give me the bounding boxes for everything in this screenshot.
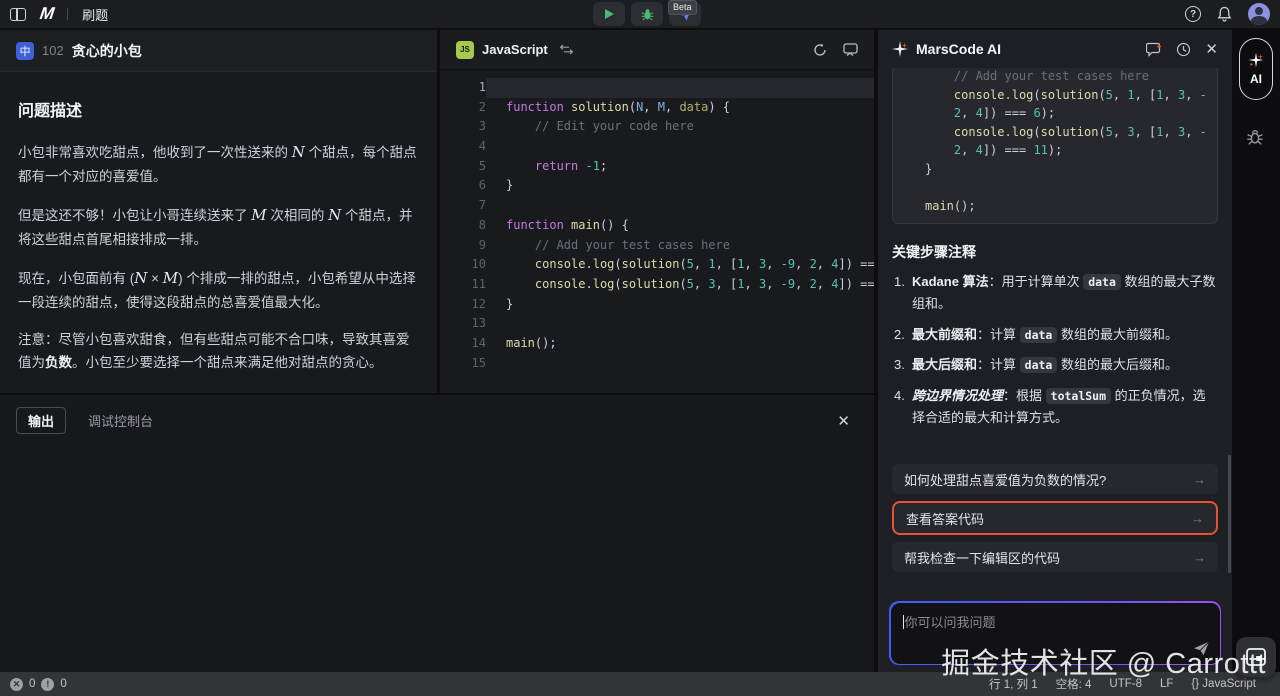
- scrollbar-thumb[interactable]: [1228, 455, 1231, 573]
- inline-code: data: [1083, 274, 1121, 290]
- ai-input-border: 你可以问我问题: [889, 601, 1221, 665]
- problem-paragraph-note: 注意：尽管小包喜欢甜食，但有些甜点可能不合口味，导致其喜爱值为负数。小包至少要选…: [18, 328, 419, 375]
- indentation-setting[interactable]: 空格: 4: [1056, 676, 1092, 692]
- problem-description: 问题描述 小包非常喜欢吃甜点，他收到了一次性送来的 N 个甜点，每个甜点都有一个…: [0, 72, 437, 425]
- errors-icon: ✕: [10, 678, 23, 691]
- close-ai-panel-icon[interactable]: ✕: [1205, 40, 1218, 58]
- suggestion-chip-view-answer[interactable]: 查看答案代码→: [892, 501, 1218, 535]
- sparkle-icon: [892, 41, 908, 57]
- marscode-logo[interactable]: M: [39, 4, 55, 24]
- marscode-ai-panel: MarsCode AI ✕ // Add your test cases her…: [878, 30, 1232, 672]
- suggestion-chips: 如何处理甜点喜爱值为负数的情况?→ 查看答案代码→ 帮我检查一下编辑区的代码→: [892, 457, 1218, 572]
- error-count: 0: [29, 678, 35, 690]
- arrow-right-icon: →: [1191, 511, 1204, 526]
- ai-step-item: 2.最大前缀和：计算 data 数组的最大前缀和。: [892, 324, 1218, 346]
- menu-practice[interactable]: 刷题: [82, 5, 108, 24]
- debug-button[interactable]: [631, 2, 663, 26]
- language-switch-icon[interactable]: [560, 44, 573, 55]
- debug-strip-icon[interactable]: [1246, 128, 1266, 146]
- new-chat-icon[interactable]: [1146, 42, 1162, 57]
- ai-assistant-pill-button[interactable]: AI: [1239, 38, 1273, 100]
- bug-icon: [641, 8, 654, 21]
- sparkle-icon: [1248, 52, 1264, 68]
- math-n: N: [328, 206, 341, 224]
- ai-chat-body: // Add your test cases here console.log(…: [878, 68, 1232, 440]
- ai-code-block: // Add your test cases here console.log(…: [892, 68, 1218, 224]
- cursor-position[interactable]: 行 1, 列 1: [989, 676, 1038, 692]
- ai-step-item: 4.跨边界情况处理：根据 totalSum 的正负情况，选择合适的最大和计算方式…: [892, 385, 1218, 429]
- problems-status[interactable]: ✕ 0 ! 0: [10, 678, 67, 691]
- eol-setting[interactable]: LF: [1160, 678, 1173, 690]
- arrow-right-icon: →: [1193, 550, 1206, 565]
- inline-code: data: [1020, 357, 1058, 373]
- user-avatar[interactable]: [1248, 3, 1270, 25]
- bell-icon[interactable]: [1217, 6, 1232, 22]
- inline-code: totalSum: [1046, 388, 1111, 404]
- send-icon[interactable]: [1193, 641, 1210, 656]
- play-icon: [604, 8, 615, 20]
- math-n: N: [292, 143, 305, 161]
- window-icon: [1246, 648, 1266, 666]
- floating-widget-button[interactable]: [1236, 637, 1276, 677]
- section-heading-description: 问题描述: [18, 98, 419, 126]
- math-m: M: [163, 269, 178, 287]
- right-toolbar-strip: AI: [1232, 30, 1280, 672]
- editor-header: JS JavaScript: [440, 30, 874, 70]
- close-output-icon[interactable]: ✕: [837, 412, 858, 430]
- beta-badge: Beta: [668, 0, 697, 15]
- warnings-icon: !: [41, 678, 54, 691]
- problem-title-row: 中 102 贪心的小包: [0, 30, 437, 72]
- format-code-icon[interactable]: [843, 43, 858, 57]
- text-caret: [903, 615, 904, 629]
- problem-paragraph: 现在，小包面前有 (N × M) 个排成一排的甜点，小包希望从中选择一段连续的甜…: [18, 265, 419, 315]
- panel-toggle-icon[interactable]: [10, 8, 26, 21]
- ai-panel-title: MarsCode AI: [916, 41, 1001, 57]
- status-bar: ✕ 0 ! 0 行 1, 列 1 空格: 4 UTF-8 LF {} JavaS…: [0, 672, 1280, 696]
- javascript-icon: JS: [456, 41, 474, 59]
- output-panel: 输出 调试控制台 ✕: [0, 395, 874, 672]
- math-n: N: [134, 269, 147, 287]
- ai-question-input[interactable]: 你可以问我问题: [891, 603, 1220, 664]
- tab-output[interactable]: 输出: [16, 407, 66, 434]
- ai-steps-heading: 关键步骤注释: [892, 242, 1218, 262]
- language-label: JavaScript: [482, 42, 548, 57]
- ai-step-item: 3.最大后缀和：计算 data 数组的最大后缀和。: [892, 354, 1218, 376]
- problem-title: 贪心的小包: [72, 41, 142, 61]
- math-m: M: [251, 206, 266, 224]
- reset-code-icon[interactable]: [813, 43, 827, 57]
- tab-debug-console[interactable]: 调试控制台: [88, 411, 153, 430]
- suggestion-chip-check-code[interactable]: 帮我检查一下编辑区的代码→: [892, 542, 1218, 572]
- inline-code: data: [1020, 327, 1058, 343]
- code-editor[interactable]: 1 2function solution(N, M, data) {3 // E…: [440, 70, 874, 373]
- code-editor-panel: JS JavaScript 1 2function solution(N, M,…: [440, 30, 874, 393]
- suggestion-chip-negative-values[interactable]: 如何处理甜点喜爱值为负数的情况?→: [892, 464, 1218, 494]
- arrow-right-icon: →: [1193, 472, 1206, 487]
- history-icon[interactable]: [1176, 42, 1191, 57]
- ai-step-item: 1.Kadane 算法：用于计算单次 data 数组的最大子数组和。: [892, 271, 1218, 315]
- problem-paragraph: 小包非常喜欢吃甜点，他收到了一次性送来的 N 个甜点，每个甜点都有一个对应的喜爱…: [18, 139, 419, 189]
- help-icon[interactable]: ?: [1185, 6, 1201, 22]
- ai-pill-label: AI: [1250, 72, 1262, 86]
- divider: [67, 8, 68, 20]
- language-mode[interactable]: {} JavaScript: [1191, 678, 1256, 690]
- warning-count: 0: [60, 678, 66, 690]
- top-bar: M 刷题 Beta ?: [0, 0, 1280, 28]
- problem-panel: 中 102 贪心的小包 问题描述 小包非常喜欢吃甜点，他收到了一次性送来的 N …: [0, 30, 437, 393]
- encoding-setting[interactable]: UTF-8: [1109, 678, 1142, 690]
- problem-paragraph: 但是这还不够！小包让小哥连续送来了 M 次相同的 N 个甜点，并将这些甜点首尾相…: [18, 202, 419, 252]
- problem-id: 102: [42, 43, 64, 58]
- run-button[interactable]: [593, 2, 625, 26]
- ai-panel-header: MarsCode AI ✕: [878, 30, 1232, 68]
- difficulty-badge: 中: [16, 42, 34, 60]
